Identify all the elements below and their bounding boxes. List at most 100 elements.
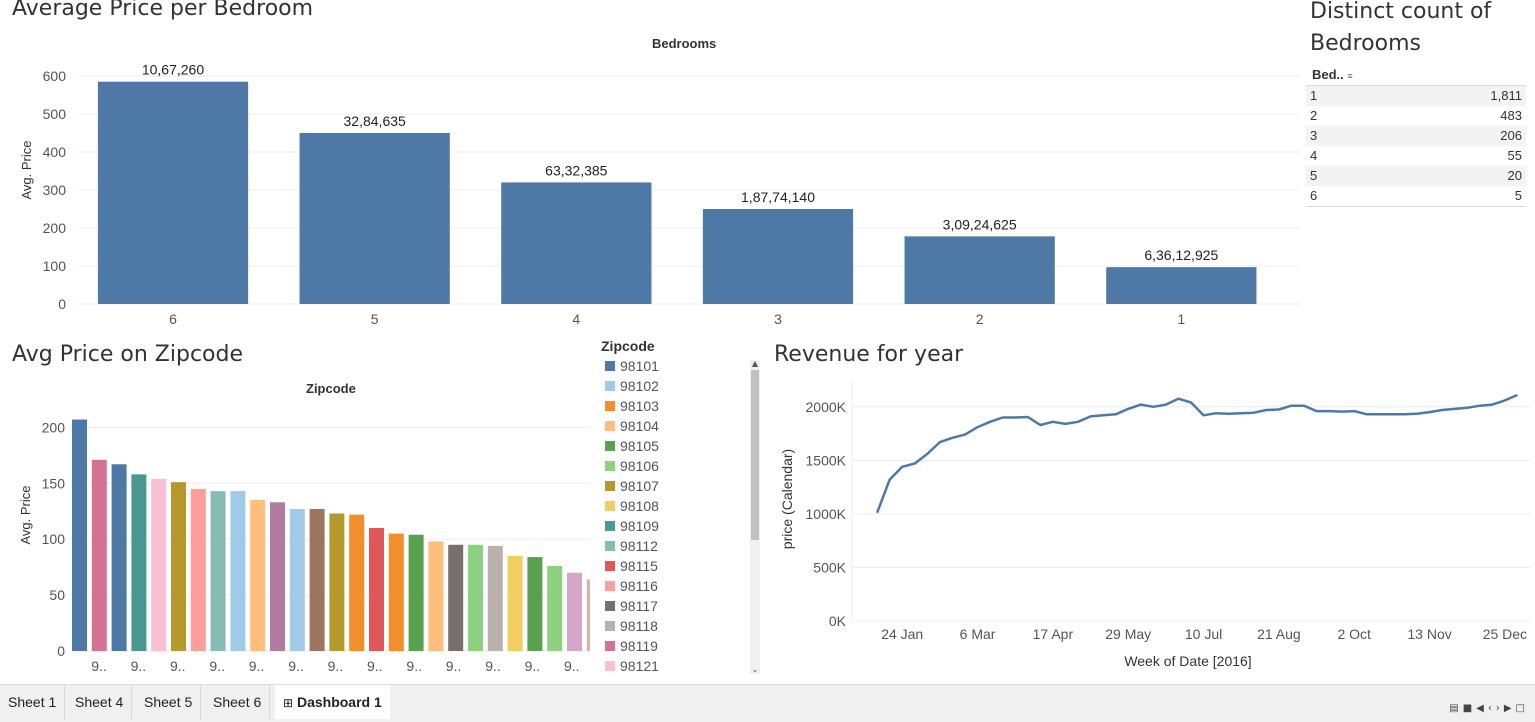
presentation-icon[interactable]: □: [1516, 703, 1529, 714]
zipcode-bar[interactable]: [468, 544, 483, 651]
legend-item[interactable]: 98104: [585, 416, 745, 436]
dashboard-icon: ⊞: [283, 696, 294, 710]
sheet2-title: Distinct count of Bedrooms: [1310, 0, 1491, 60]
legend-item[interactable]: 98101: [585, 356, 745, 376]
legend-swatch: [605, 441, 615, 451]
zipcode-bar[interactable]: [270, 502, 285, 651]
bar-bedroom-6[interactable]: [97, 81, 249, 304]
x-tick-label: 9..: [446, 658, 462, 674]
table-header[interactable]: Bed.. ≡: [1306, 66, 1526, 86]
zipcode-bar[interactable]: [131, 474, 147, 651]
scroll-up-icon[interactable]: ▲: [750, 360, 760, 368]
first-tab-icon[interactable]: ◀: [1476, 703, 1488, 714]
y-tick-label: 50: [49, 587, 65, 603]
legend-item[interactable]: 98109: [585, 516, 745, 536]
y-axis-label: price (Calendar): [779, 449, 795, 549]
zipcode-bar[interactable]: [72, 419, 87, 651]
sort-icon[interactable]: ≡: [1347, 71, 1352, 81]
legend-label: 98109: [620, 518, 659, 534]
legend-item[interactable]: 98116: [585, 576, 745, 596]
table-row[interactable]: 4 55: [1306, 146, 1526, 166]
y-tick-label: 1500K: [806, 452, 847, 468]
zipcode-bar[interactable]: [388, 533, 404, 651]
list-view-icon[interactable]: ▤: [1449, 703, 1462, 714]
bar-bedroom-2[interactable]: [904, 236, 1055, 304]
row-count: 55: [1507, 148, 1522, 163]
next-tab-icon[interactable]: ›: [1496, 703, 1504, 714]
table-row[interactable]: 5 20: [1306, 166, 1526, 186]
legend-item[interactable]: 98106: [585, 456, 745, 476]
bar-data-label: 6,36,12,925: [1144, 247, 1218, 263]
zipcode-bar[interactable]: [349, 514, 365, 651]
legend-item[interactable]: 98118: [585, 616, 745, 636]
table-row[interactable]: 65: [1306, 186, 1526, 206]
zipcode-bar[interactable]: [369, 528, 384, 651]
legend-label: 98115: [620, 558, 658, 574]
zipcode-bar[interactable]: [428, 541, 444, 651]
legend-item[interactable]: 98107: [585, 476, 745, 496]
zipcode-bar-chart[interactable]: 0 50 100 150 200 Avg. Price 9.. 9.. 9.. 9.. 9.. 9..…: [0, 395, 590, 680]
legend-swatch: [605, 581, 615, 591]
legend-scrollbar[interactable]: ▲ ⌄: [750, 360, 760, 674]
legend-swatch: [605, 661, 615, 671]
x-tick-label: 9..: [209, 658, 225, 674]
zipcode-bar[interactable]: [151, 478, 167, 651]
prev-tab-icon[interactable]: ‹: [1488, 703, 1496, 714]
zipcode-bar[interactable]: [507, 555, 523, 651]
legend-item[interactable]: 98112: [585, 536, 745, 556]
zipcode-bar[interactable]: [408, 534, 424, 651]
tab-sheet-1[interactable]: Sheet 1: [0, 685, 66, 719]
zipcode-bar[interactable]: [547, 566, 563, 651]
legend-item[interactable]: 98103: [585, 396, 745, 416]
x-tick-label: 6: [169, 311, 177, 327]
zipcode-bar[interactable]: [448, 544, 464, 651]
bar-bedroom-5[interactable]: [299, 133, 450, 304]
zipcode-bar[interactable]: [329, 513, 345, 651]
row-bedrooms: 5: [1310, 168, 1318, 183]
legend-item[interactable]: 98105: [585, 436, 745, 456]
legend-title: Zipcode: [601, 338, 655, 354]
zipcode-bar[interactable]: [171, 482, 186, 651]
scrollbar-thumb[interactable]: [751, 370, 759, 540]
bar-data-label: 32,84,635: [344, 113, 406, 129]
table-row[interactable]: 3 206: [1306, 126, 1526, 146]
x-tick-label: 1: [1177, 311, 1185, 327]
x-tick-label: 9..: [485, 658, 501, 674]
legend-item[interactable]: 98108: [585, 496, 745, 516]
y-tick-label: 500: [43, 106, 67, 122]
zipcode-bar[interactable]: [487, 545, 503, 651]
bedroom-bar-chart[interactable]: 0100200300400500600Avg. Price10,67,26063…: [0, 50, 1300, 332]
bar-bedroom-4[interactable]: [501, 182, 652, 304]
x-tick-label: 9..: [406, 658, 422, 674]
grid-view-icon[interactable]: ■: [1463, 703, 1476, 714]
last-tab-icon[interactable]: ▶: [1504, 703, 1516, 714]
revenue-series-line[interactable]: [875, 393, 1518, 514]
legend-item[interactable]: 98117: [585, 596, 745, 616]
tab-sheet-4[interactable]: Sheet 4: [67, 685, 133, 719]
zipcode-bar[interactable]: [190, 488, 206, 651]
zipcode-bar[interactable]: [527, 557, 543, 651]
zipcode-bar[interactable]: [309, 508, 325, 651]
scroll-down-icon[interactable]: ⌄: [750, 666, 760, 674]
zipcode-bar[interactable]: [210, 491, 226, 651]
legend-label: 98102: [620, 378, 659, 394]
legend-swatch: [605, 381, 615, 391]
legend-item[interactable]: 98121: [585, 656, 745, 676]
legend-item[interactable]: 98102: [585, 376, 745, 396]
tab-sheet-5[interactable]: Sheet 5: [136, 685, 202, 719]
zipcode-bar[interactable]: [289, 508, 305, 651]
table-row[interactable]: 1 1,811: [1306, 86, 1526, 106]
zipcode-bar[interactable]: [250, 500, 266, 651]
zipcode-bar[interactable]: [111, 464, 127, 651]
bar-bedroom-1[interactable]: [1106, 267, 1257, 304]
zipcode-bar[interactable]: [230, 491, 246, 651]
legend-item[interactable]: 98115: [585, 556, 745, 576]
tab-sheet-6[interactable]: Sheet 6: [205, 685, 271, 719]
legend-item[interactable]: 98119: [585, 636, 745, 656]
zipcode-bar[interactable]: [91, 459, 107, 651]
bar-bedroom-3[interactable]: [702, 209, 854, 304]
tab-dashboard-1[interactable]: ⊞ Dashboard 1: [275, 685, 390, 719]
revenue-line-chart[interactable]: 0K 500K 1000K 1500K 2000K price (Calendar) 24 …: [770, 375, 1530, 675]
zipcode-bar[interactable]: [567, 572, 582, 651]
table-row[interactable]: 2 483: [1306, 106, 1526, 126]
